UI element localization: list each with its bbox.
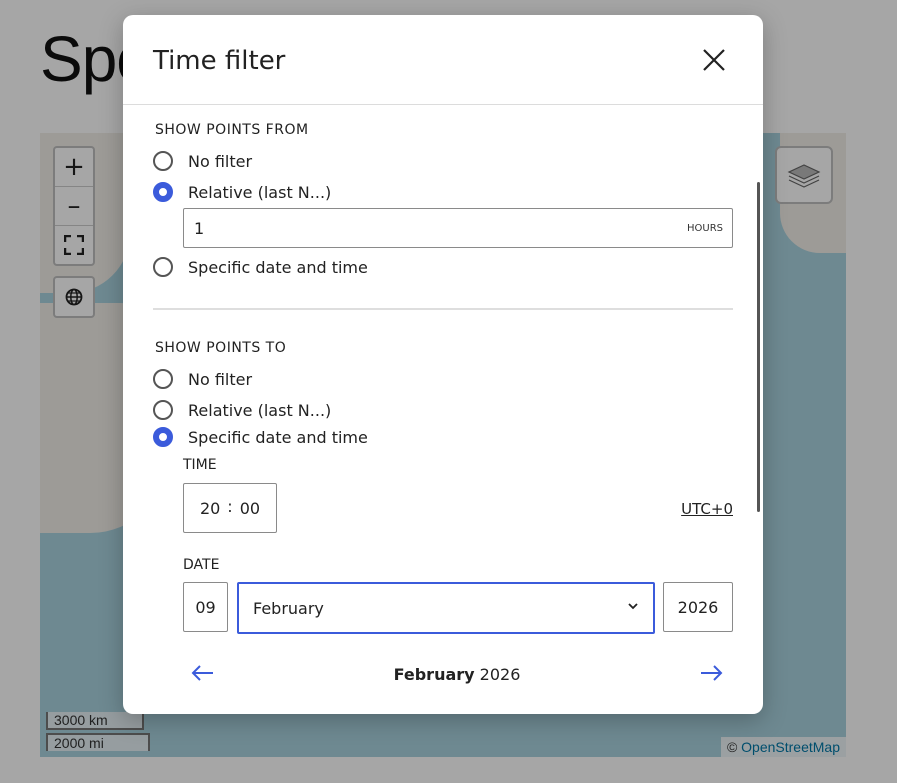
- minute-input[interactable]: 00: [240, 499, 260, 518]
- chevron-down-icon: [628, 603, 638, 610]
- day-input[interactable]: 09: [183, 582, 228, 632]
- relative-value: 1: [194, 219, 205, 238]
- radio-label: Relative (last N...): [188, 400, 332, 420]
- radio-button[interactable]: [153, 182, 173, 202]
- to-section-title: SHOW POINTS TO: [155, 340, 287, 356]
- calendar-year: 2026: [479, 665, 521, 684]
- calendar-month: February: [393, 665, 475, 684]
- radio-label: Relative (last N...): [188, 182, 332, 202]
- radio-button[interactable]: [153, 151, 173, 171]
- radio-label: Specific date and time: [188, 257, 368, 277]
- next-month-arrow-icon[interactable]: [699, 664, 723, 682]
- time-filter-dialog: Time filter SHOW POINTS FROM No filter R…: [123, 15, 763, 714]
- year-input[interactable]: 2026: [663, 582, 733, 632]
- radio-button[interactable]: [153, 369, 173, 389]
- radio-button[interactable]: [153, 427, 173, 447]
- radio-button[interactable]: [153, 400, 173, 420]
- scrollbar[interactable]: [757, 182, 760, 512]
- radio-button[interactable]: [153, 257, 173, 277]
- radio-label: No filter: [188, 151, 253, 171]
- from-section-title: SHOW POINTS FROM: [155, 122, 309, 138]
- from-option-no-filter[interactable]: No filter: [153, 151, 252, 171]
- radio-label: No filter: [188, 369, 253, 389]
- to-option-specific[interactable]: Specific date and time: [153, 427, 368, 447]
- dialog-title: Time filter: [153, 46, 286, 76]
- relative-value-input[interactable]: 1 HOURS: [183, 208, 733, 248]
- time-separator: :: [227, 496, 233, 516]
- month-select[interactable]: February: [237, 582, 655, 634]
- timezone-link[interactable]: UTC+0: [681, 500, 733, 518]
- close-icon: [703, 49, 725, 71]
- hour-input[interactable]: 20: [200, 499, 220, 518]
- time-input[interactable]: 20 : 00: [183, 483, 277, 533]
- month-value: February: [253, 599, 324, 618]
- to-option-no-filter[interactable]: No filter: [153, 369, 252, 389]
- calendar-title: February 2026: [183, 665, 731, 684]
- time-label: TIME: [183, 457, 217, 473]
- close-button[interactable]: [701, 47, 727, 73]
- radio-label: Specific date and time: [188, 427, 368, 447]
- section-divider: [153, 308, 733, 310]
- to-option-relative[interactable]: Relative (last N...): [153, 400, 331, 420]
- from-option-specific[interactable]: Specific date and time: [153, 257, 368, 277]
- calendar-nav: February 2026: [183, 660, 731, 690]
- date-label: DATE: [183, 557, 220, 573]
- relative-unit: HOURS: [686, 223, 723, 234]
- dialog-body: SHOW POINTS FROM No filter Relative (las…: [123, 105, 763, 714]
- dialog-header: Time filter: [123, 15, 763, 105]
- from-option-relative[interactable]: Relative (last N...): [153, 182, 331, 202]
